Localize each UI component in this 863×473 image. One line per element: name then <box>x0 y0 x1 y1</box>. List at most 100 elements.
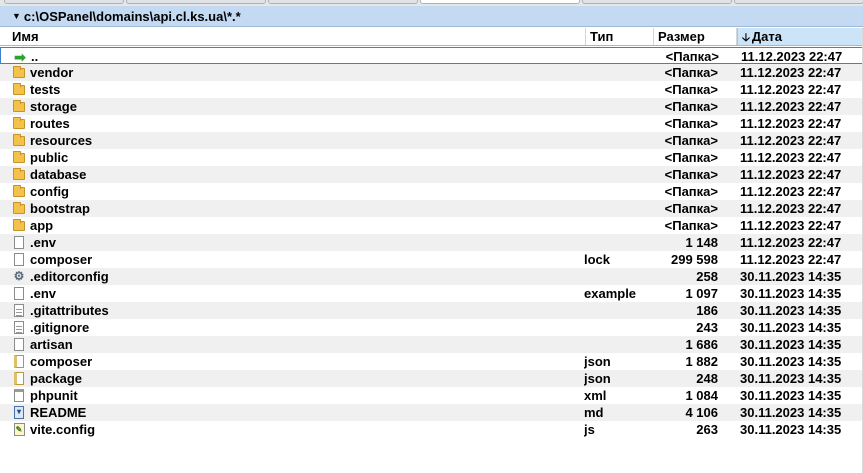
file-row[interactable]: phpunit xml 1 084 30.11.2023 14:35 <box>0 387 863 404</box>
tab-active[interactable] <box>420 0 580 4</box>
file-row[interactable]: routes <Папка> 11.12.2023 22:47 <box>0 115 863 132</box>
tab[interactable] <box>582 0 732 4</box>
file-row[interactable]: tests <Папка> 11.12.2023 22:47 <box>0 81 863 98</box>
file-date: 11.12.2023 22:47 <box>740 252 842 267</box>
file-row[interactable]: artisan 1 686 30.11.2023 14:35 <box>0 336 863 353</box>
column-name-header[interactable]: Имя <box>8 28 586 45</box>
file-ext <box>585 48 655 65</box>
file-row[interactable]: public <Папка> 11.12.2023 22:47 <box>0 149 863 166</box>
file-date: 11.12.2023 22:47 <box>741 49 843 64</box>
readme-file-icon: ▾ <box>12 404 26 421</box>
file-row[interactable]: ✎ vite.config js 263 30.11.2023 14:35 <box>0 421 863 438</box>
file-date: 30.11.2023 14:35 <box>740 405 842 420</box>
file-size: 1 148 <box>685 235 718 250</box>
file-size: 1 686 <box>685 337 718 352</box>
file-size: 258 <box>696 269 718 284</box>
file-row[interactable]: .gitignore 243 30.11.2023 14:35 <box>0 319 863 336</box>
file-row[interactable]: .gitattributes 186 30.11.2023 14:35 <box>0 302 863 319</box>
file-size: <Папка> <box>664 116 718 131</box>
dropdown-arrow-icon[interactable]: ▼ <box>12 11 21 21</box>
file-ext <box>584 115 654 132</box>
file-name: .gitignore <box>30 320 90 335</box>
file-ext: json <box>584 371 611 386</box>
column-size-header[interactable]: Размер <box>654 28 737 45</box>
file-row[interactable]: database <Папка> 11.12.2023 22:47 <box>0 166 863 183</box>
file-size: 1 084 <box>685 388 718 403</box>
file-name: app <box>30 218 54 233</box>
file-row[interactable]: ⚙ .editorconfig 258 30.11.2023 14:35 <box>0 268 863 285</box>
file-name: tests <box>30 82 61 97</box>
file-name: public <box>30 150 69 165</box>
gear-icon: ⚙ <box>13 269 25 283</box>
file-row[interactable]: bootstrap <Папка> 11.12.2023 22:47 <box>0 200 863 217</box>
file-ext <box>584 81 654 98</box>
tab[interactable] <box>4 0 124 4</box>
file-icon <box>12 234 26 251</box>
file-name: composer <box>30 252 93 267</box>
file-date: 30.11.2023 14:35 <box>740 422 842 437</box>
file-name: .env <box>30 235 57 250</box>
file-ext <box>584 132 654 149</box>
file-size: <Папка> <box>665 49 719 64</box>
file-name: vite.config <box>30 422 96 437</box>
file-date: 30.11.2023 14:35 <box>740 337 842 352</box>
file-name: config <box>30 184 69 199</box>
file-row[interactable]: app <Папка> 11.12.2023 22:47 <box>0 217 863 234</box>
file-size: 299 598 <box>671 252 718 267</box>
file-date: 11.12.2023 22:47 <box>740 99 842 114</box>
file-row[interactable]: config <Папка> 11.12.2023 22:47 <box>0 183 863 200</box>
folder-icon <box>12 81 26 98</box>
file-size: 263 <box>696 422 718 437</box>
file-row[interactable]: storage <Папка> 11.12.2023 22:47 <box>0 98 863 115</box>
file-date: 11.12.2023 22:47 <box>740 184 842 199</box>
file-date: 30.11.2023 14:35 <box>740 269 842 284</box>
file-size: <Папка> <box>664 184 718 199</box>
file-date: 30.11.2023 14:35 <box>740 388 842 403</box>
column-date-header[interactable]: 🡣 Дата <box>737 28 863 45</box>
file-size: <Папка> <box>664 99 718 114</box>
file-ext: lock <box>584 252 611 267</box>
folder-icon <box>12 166 26 183</box>
file-name: routes <box>30 116 70 131</box>
path-bar[interactable]: ▼ c:\OSPanel\domains\api.cl.ks.ua\*.* <box>0 6 863 27</box>
file-ext <box>584 98 654 115</box>
file-ext <box>584 217 654 234</box>
file-ext <box>584 166 654 183</box>
folder-icon <box>12 183 26 200</box>
file-row[interactable]: .env 1 148 11.12.2023 22:47 <box>0 234 863 251</box>
file-date: 11.12.2023 22:47 <box>740 150 842 165</box>
file-ext <box>584 183 654 200</box>
file-row[interactable]: .env example 1 097 30.11.2023 14:35 <box>0 285 863 302</box>
file-ext <box>584 302 654 319</box>
file-list: ➡.. <Папка> 11.12.2023 22:47 vendor <Папка> 1… <box>0 47 863 438</box>
file-row[interactable]: ➡.. <Папка> 11.12.2023 22:47 <box>0 47 863 64</box>
text-file-icon <box>12 319 26 336</box>
text-file-icon <box>12 302 26 319</box>
file-size: <Папка> <box>664 65 718 80</box>
file-name: phpunit <box>30 388 78 403</box>
tab[interactable] <box>126 0 266 4</box>
column-type-header[interactable]: Тип <box>586 28 654 45</box>
js-file-icon: ✎ <box>12 421 26 438</box>
file-date: 11.12.2023 22:47 <box>740 201 842 216</box>
file-name: .. <box>31 49 39 64</box>
file-row[interactable]: ▾ README md 4 106 30.11.2023 14:35 <box>0 404 863 421</box>
file-date: 30.11.2023 14:35 <box>740 320 842 335</box>
file-row[interactable]: package json 248 30.11.2023 14:35 <box>0 370 863 387</box>
up-arrow-icon: ➡ <box>14 48 26 65</box>
file-ext <box>584 234 654 251</box>
file-size: <Папка> <box>664 201 718 216</box>
file-name: README <box>30 405 87 420</box>
file-date: 11.12.2023 22:47 <box>740 235 842 250</box>
file-size: <Папка> <box>664 167 718 182</box>
file-row[interactable]: vendor <Папка> 11.12.2023 22:47 <box>0 64 863 81</box>
file-row[interactable]: resources <Папка> 11.12.2023 22:47 <box>0 132 863 149</box>
file-ext <box>584 64 654 81</box>
tab[interactable] <box>268 0 418 4</box>
file-name: .gitattributes <box>30 303 109 318</box>
tab[interactable] <box>734 0 863 4</box>
file-icon <box>12 251 26 268</box>
file-size: <Папка> <box>664 82 718 97</box>
file-row[interactable]: composer lock 299 598 11.12.2023 22:47 <box>0 251 863 268</box>
file-row[interactable]: composer json 1 882 30.11.2023 14:35 <box>0 353 863 370</box>
